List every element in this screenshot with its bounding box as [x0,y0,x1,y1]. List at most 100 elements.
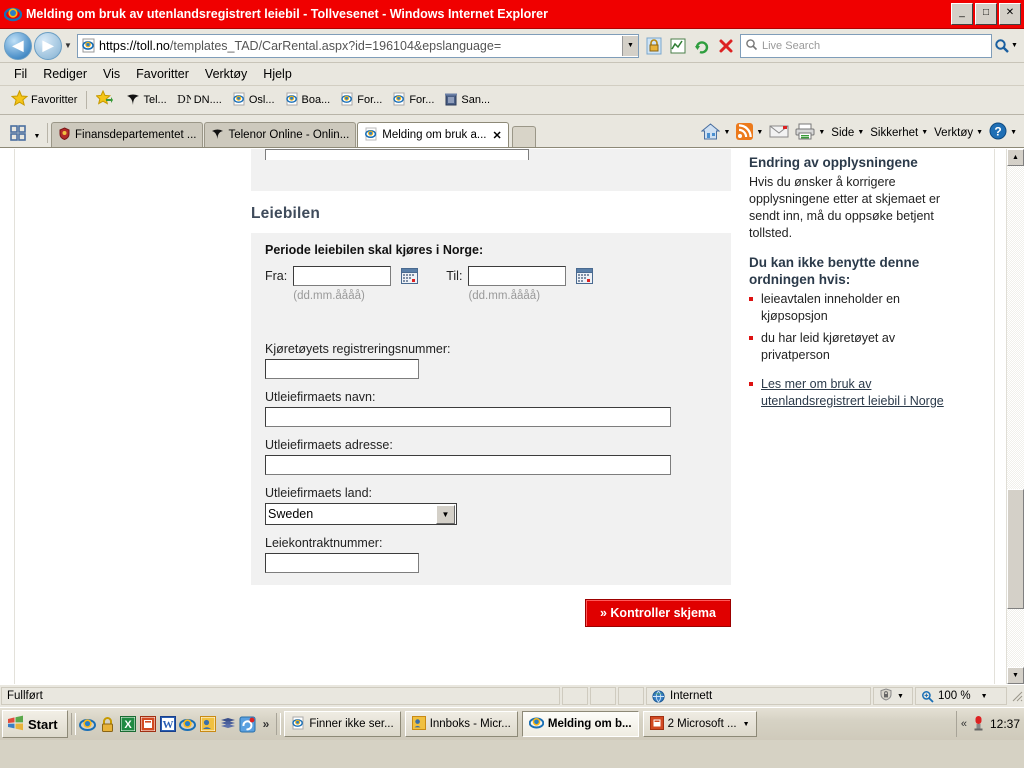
tray-expand-icon[interactable]: « [961,718,967,730]
company-country-select[interactable]: Sweden [265,503,457,525]
scroll-up-button[interactable]: ▲ [1007,149,1024,166]
sidebar-paragraph-endring: Hvis du ønsker å korrigere opplysningene… [749,174,941,240]
contract-number-input[interactable] [265,553,419,573]
tab-telenor-online[interactable]: Telenor Online - Onlin... [204,122,357,147]
protected-mode-indicator[interactable]: ▼ [873,687,913,705]
favorite-item-telenor[interactable]: Tel... [121,92,171,109]
page-dropdown-icon[interactable]: ▼ [857,129,864,136]
home-button[interactable]: ▼ [698,122,733,143]
maximize-button[interactable]: □ [975,3,997,25]
tab-list-dropdown-icon[interactable]: ▼ [30,133,44,140]
minimize-button[interactable]: _ [951,3,973,25]
task-button-finner-ikke-ser[interactable]: Finner ikke ser... [284,711,401,737]
list-item-link[interactable]: Les mer om bruk av utenlandsregistrert l… [749,376,949,410]
favorite-item-osl[interactable]: Osl... [227,92,280,109]
tools-dropdown-icon[interactable]: ▼ [976,129,983,136]
close-button[interactable]: ✕ [999,3,1021,25]
help-dropdown-icon[interactable]: ▼ [1010,129,1017,136]
stop-icon[interactable] [714,34,738,58]
registration-number-input[interactable] [265,359,419,379]
start-button[interactable]: Start [2,710,68,738]
security-dropdown-icon[interactable]: ▼ [921,129,928,136]
lock-icon[interactable] [642,34,666,58]
date-range-row: Fra: (dd.mm.åååå) Til: (dd.mm.åååå) [265,266,717,302]
quicklaunch-lock-icon[interactable] [99,715,117,733]
calendar-icon[interactable] [401,268,419,287]
company-name-input[interactable] [265,407,671,427]
to-date-input[interactable] [468,266,567,286]
zoom-dropdown-icon[interactable]: ▼ [981,693,988,700]
favorite-item-for-1[interactable]: For... [335,92,387,109]
previous-field-partial[interactable] [265,149,529,160]
mail-button[interactable] [766,124,792,142]
quicklaunch-sync-icon[interactable] [239,715,257,733]
print-dropdown-icon[interactable]: ▼ [818,129,825,136]
task-button-2-microsoft[interactable]: 2 Microsoft ... ▼ [642,711,757,737]
rss-button[interactable]: ▼ [733,122,766,143]
search-go-button[interactable]: ▼ [992,33,1020,58]
favorites-button[interactable]: Favoritter [6,89,82,110]
from-date-input[interactable] [293,266,392,286]
tab-melding-om-bruk[interactable]: Melding om bruk a... ✕ [357,122,509,147]
url-input[interactable]: https://toll.no/templates_TAD/CarRental.… [77,33,639,58]
telenor-icon [126,92,140,109]
add-favorite-button[interactable] [91,89,121,110]
favorite-item-dn[interactable]: DN DN.... [172,92,227,109]
new-tab-button[interactable] [511,126,536,147]
quicklaunch-excel-icon[interactable]: X [119,715,137,733]
search-dropdown-icon[interactable]: ▼ [1011,42,1018,49]
menu-item-fil[interactable]: Fil [6,65,35,83]
les-mer-link[interactable]: Les mer om bruk av utenlandsregistrert l… [761,377,944,408]
search-input[interactable]: Live Search [740,33,992,58]
menu-item-rediger[interactable]: Rediger [35,65,95,83]
favorite-item-for-2[interactable]: For... [387,92,439,109]
url-dropdown-icon[interactable]: ▼ [622,35,638,56]
page-favicon-icon [81,38,96,53]
back-button[interactable]: ◀ [4,31,32,60]
tab-finansdepartementet[interactable]: Finansdepartementet ... [51,122,204,147]
security-menu-button[interactable]: Sikkerhet ▼ [867,127,931,139]
kontroller-skjema-button[interactable]: » Kontroller skjema [584,599,731,627]
vertical-scrollbar[interactable]: ▲ ▼ [1006,149,1024,684]
history-dropdown-icon[interactable]: ▼ [62,41,74,50]
menu-item-favoritter[interactable]: Favoritter [128,65,197,83]
task-button-melding-om-bruk[interactable]: Melding om b... [521,711,639,737]
task-button-innboks[interactable]: Innboks - Micr... [404,711,518,737]
resize-grip[interactable] [1010,689,1024,703]
forward-button[interactable]: ▶ [34,31,62,60]
quicklaunch-ie-icon[interactable] [79,715,97,733]
menu-item-vis[interactable]: Vis [95,65,128,83]
menu-item-hjelp[interactable]: Hjelp [255,65,300,83]
scrollbar-thumb[interactable] [1007,489,1024,609]
task-group-dropdown-icon[interactable]: ▼ [743,721,750,728]
protected-mode-dropdown-icon[interactable]: ▼ [897,693,904,700]
tab-close-icon[interactable]: ✕ [492,129,501,142]
quicklaunch-overflow-icon[interactable]: » [263,717,270,731]
rss-dropdown-icon[interactable]: ▼ [756,129,763,136]
quicklaunch-word-icon[interactable]: W [159,715,177,733]
quicklaunch-outlook-icon[interactable] [199,715,217,733]
page-menu-button[interactable]: Side ▼ [828,127,867,139]
calendar-icon[interactable] [576,268,594,287]
scroll-down-button[interactable]: ▼ [1007,667,1024,684]
help-button[interactable]: ? ▼ [986,122,1020,143]
quicklaunch-book-icon[interactable] [219,715,237,733]
security-zone-indicator[interactable]: Internett [646,687,871,705]
quicklaunch-ie-icon-2[interactable] [179,715,197,733]
print-button[interactable]: ▼ [792,123,828,143]
tools-menu-button[interactable]: Verktøy ▼ [931,127,986,139]
company-address-input[interactable] [265,455,671,475]
taskbar-clock[interactable]: 12:37 [990,717,1020,731]
from-field-wrap: (dd.mm.åååå) [293,266,392,302]
home-dropdown-icon[interactable]: ▼ [723,129,730,136]
quick-tabs-icon[interactable] [6,122,30,144]
refresh-icon[interactable] [690,34,714,58]
usb-icon[interactable] [972,715,985,734]
favorite-item-boa[interactable]: Boa... [280,92,336,109]
compatibility-view-icon[interactable] [666,34,690,58]
favorite-item-san[interactable]: San... [439,92,495,109]
quicklaunch-powerpoint-icon[interactable] [139,715,157,733]
shield-icon [58,127,71,143]
zoom-control[interactable]: 100 % ▼ [915,687,1007,705]
menu-item-verktoy[interactable]: Verktøy [197,65,255,83]
